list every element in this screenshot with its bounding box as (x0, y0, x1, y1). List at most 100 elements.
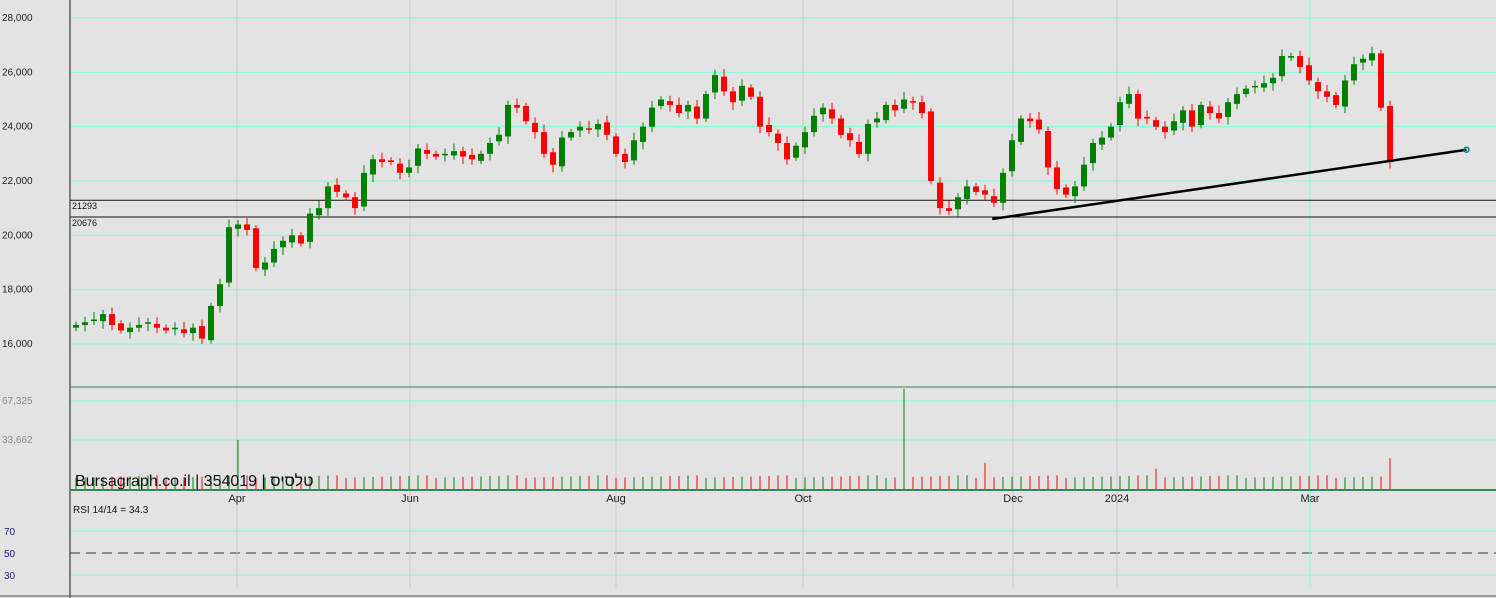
candle-body (163, 327, 169, 331)
candle-body (640, 126, 646, 142)
candle-body (595, 123, 601, 130)
candle-body (775, 133, 781, 143)
candle-body (613, 136, 619, 154)
candle-body (1369, 53, 1375, 61)
candle-body (316, 208, 322, 216)
candle-body (1018, 118, 1024, 142)
price-tick-label: 28,000 (2, 13, 33, 24)
date-label: Aug (606, 493, 626, 505)
candle-body (748, 87, 754, 97)
candle-body (1333, 95, 1339, 105)
date-label: Mar (1301, 493, 1320, 505)
candle-body (1090, 142, 1096, 164)
candle-body (919, 102, 925, 114)
date-label: Oct (794, 493, 811, 505)
candle-body (181, 329, 187, 334)
price-tick-label: 26,000 (2, 67, 33, 78)
candle-body (1180, 110, 1186, 123)
candle-body (1297, 56, 1303, 67)
candle-body (172, 327, 178, 330)
candle-body (865, 123, 871, 154)
volume-tick-label: 67,325 (2, 396, 33, 407)
candle-body (1054, 167, 1060, 190)
candle-body (1063, 187, 1069, 195)
candle-body (1153, 120, 1159, 127)
candle-body (1306, 65, 1312, 81)
candle-body (433, 153, 439, 157)
rsi-tick-label: 50 (4, 549, 16, 560)
candle-body (82, 322, 88, 325)
candle-body (1099, 137, 1105, 145)
candle-body (307, 213, 313, 242)
candle-body (811, 115, 817, 133)
candle-body (190, 327, 196, 334)
candle-body (334, 184, 340, 192)
price-tick-label: 24,000 (2, 122, 33, 133)
candle-body (235, 224, 241, 229)
rsi-tick-label: 70 (4, 527, 16, 538)
support-label: 20676 (72, 218, 97, 228)
candle-body (658, 99, 664, 107)
candle-body (883, 104, 889, 121)
candle-body (856, 141, 862, 154)
candle-body (1216, 113, 1222, 119)
candle-body (505, 104, 511, 137)
candle-body (586, 128, 592, 130)
candle-body (766, 125, 772, 133)
candle-body (1360, 58, 1366, 63)
candle-body (1270, 77, 1276, 84)
candle-body (1198, 104, 1204, 126)
candle-body (820, 107, 826, 115)
candle-body (424, 150, 430, 154)
candle-body (145, 322, 151, 324)
rsi-axis: 70 50 30 (4, 527, 16, 582)
candle-body (829, 109, 835, 119)
candle-body (514, 104, 520, 108)
candle-body (649, 107, 655, 127)
candle-body (1324, 91, 1330, 97)
candle-body (1081, 164, 1087, 187)
candle-body (1261, 83, 1267, 88)
candle-body (550, 152, 556, 165)
candle-body (577, 126, 583, 131)
candle-body (739, 85, 745, 101)
candle-body (874, 118, 880, 123)
candle-body (982, 190, 988, 195)
candle-body (217, 284, 223, 306)
date-label: Dec (1003, 493, 1023, 505)
candle-body (955, 197, 961, 210)
candle-body (703, 94, 709, 119)
candle-body (847, 133, 853, 141)
candle-body (523, 106, 529, 122)
candle-body (676, 104, 682, 114)
candle-body (604, 122, 610, 135)
candle-body (496, 134, 502, 142)
candle-body (667, 101, 673, 105)
support-label: 21293 (72, 201, 97, 211)
candle-body (685, 104, 691, 112)
candle-body (469, 154, 475, 160)
candle-body (1171, 121, 1177, 131)
candle-body (1243, 88, 1249, 95)
candle-body (343, 193, 349, 198)
candle-body (289, 235, 295, 243)
candle-body (946, 208, 952, 211)
candle-body (1000, 172, 1006, 203)
rsi-tick-label: 30 (4, 571, 16, 582)
candle-body (325, 186, 331, 209)
candle-body (415, 148, 421, 166)
candle-body (109, 314, 115, 325)
candle-body (721, 76, 727, 92)
candle-body (910, 101, 916, 103)
candle-body (1387, 106, 1393, 162)
candle-body (1126, 94, 1132, 104)
candle-body (442, 153, 448, 156)
candle-body (118, 323, 124, 331)
candle-body (568, 132, 574, 138)
candle-body (1288, 56, 1294, 58)
candle-body (784, 142, 790, 160)
candle-body (298, 235, 304, 244)
candle-body (397, 163, 403, 173)
candle-body (1189, 110, 1195, 127)
candle-body (208, 305, 214, 341)
